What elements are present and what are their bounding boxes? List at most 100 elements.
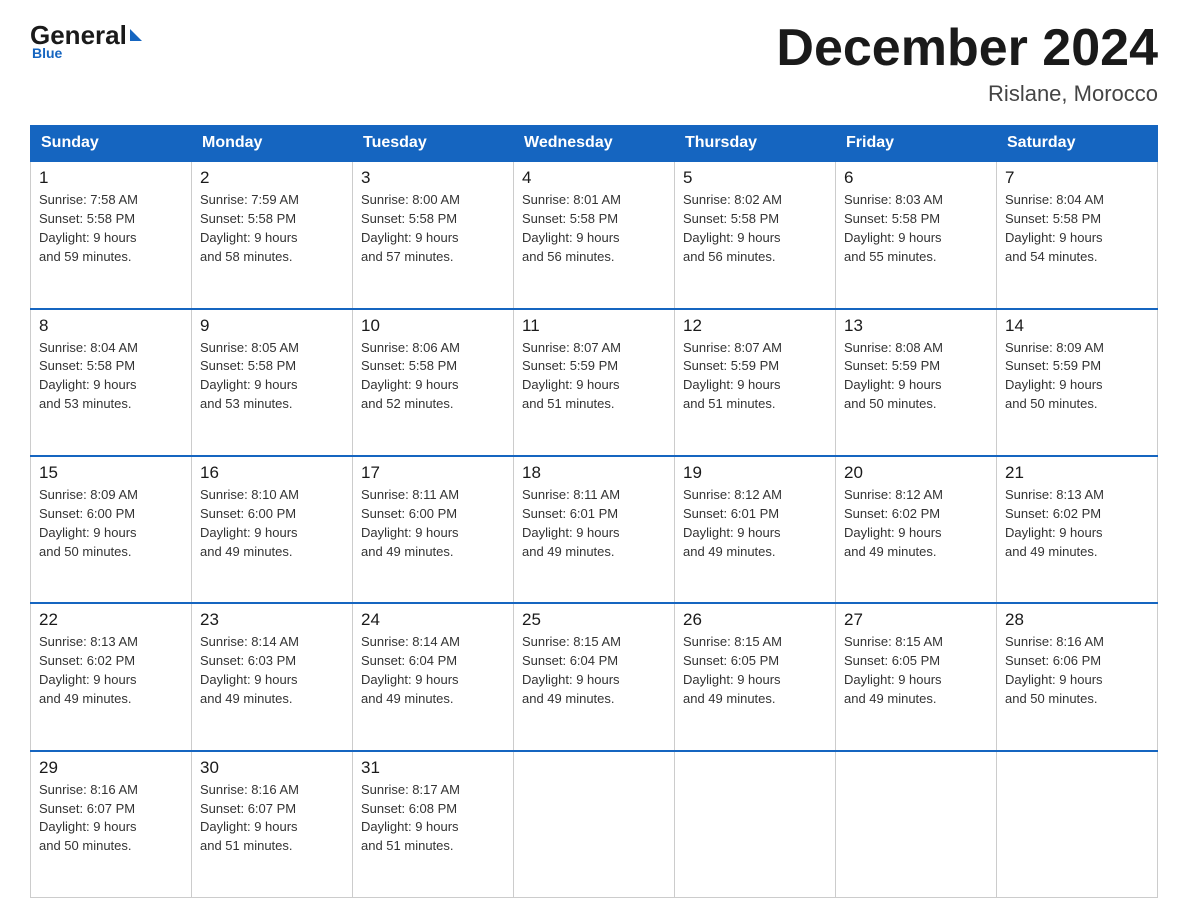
day-number: 13 (844, 316, 988, 336)
calendar-cell: 10 Sunrise: 8:06 AMSunset: 5:58 PMDayligh… (353, 309, 514, 456)
day-number: 8 (39, 316, 183, 336)
day-info: Sunrise: 8:01 AMSunset: 5:58 PMDaylight:… (522, 191, 666, 266)
day-info: Sunrise: 8:09 AMSunset: 6:00 PMDaylight:… (39, 486, 183, 561)
day-number: 24 (361, 610, 505, 630)
day-number: 19 (683, 463, 827, 483)
calendar-header-monday: Monday (192, 126, 353, 162)
day-number: 25 (522, 610, 666, 630)
day-info: Sunrise: 8:11 AMSunset: 6:00 PMDaylight:… (361, 486, 505, 561)
calendar-cell: 14Sunrise: 8:09 AMSunset: 5:59 PMDayligh… (997, 309, 1158, 456)
calendar-cell: 6 Sunrise: 8:03 AMSunset: 5:58 PMDaylight… (836, 161, 997, 308)
day-info: Sunrise: 8:05 AMSunset: 5:58 PMDaylight:… (200, 339, 344, 414)
day-number: 23 (200, 610, 344, 630)
day-number: 2 (200, 168, 344, 188)
day-info: Sunrise: 8:07 AMSunset: 5:59 PMDaylight:… (683, 339, 827, 414)
day-number: 21 (1005, 463, 1149, 483)
calendar-cell: 31 Sunrise: 8:17 AMSunset: 6:08 PMDayligh… (353, 751, 514, 898)
day-number: 28 (1005, 610, 1149, 630)
calendar-cell (514, 751, 675, 898)
day-info: Sunrise: 8:16 AMSunset: 6:07 PMDaylight:… (39, 781, 183, 856)
calendar-table: SundayMondayTuesdayWednesdayThursdayFrid… (30, 125, 1158, 898)
day-info: Sunrise: 8:00 AMSunset: 5:58 PMDaylight:… (361, 191, 505, 266)
calendar-cell: 16Sunrise: 8:10 AMSunset: 6:00 PMDayligh… (192, 456, 353, 603)
day-info: Sunrise: 8:15 AMSunset: 6:04 PMDaylight:… (522, 633, 666, 708)
day-number: 5 (683, 168, 827, 188)
day-number: 17 (361, 463, 505, 483)
day-number: 29 (39, 758, 183, 778)
day-info: Sunrise: 8:04 AMSunset: 5:58 PMDaylight:… (1005, 191, 1149, 266)
calendar-cell: 25 Sunrise: 8:15 AMSunset: 6:04 PMDayligh… (514, 603, 675, 750)
day-number: 30 (200, 758, 344, 778)
calendar-cell: 12 Sunrise: 8:07 AMSunset: 5:59 PMDayligh… (675, 309, 836, 456)
day-info: Sunrise: 8:11 AMSunset: 6:01 PMDaylight:… (522, 486, 666, 561)
calendar-header-saturday: Saturday (997, 126, 1158, 162)
calendar-cell: 29 Sunrise: 8:16 AMSunset: 6:07 PMDayligh… (31, 751, 192, 898)
calendar-header-row: SundayMondayTuesdayWednesdayThursdayFrid… (31, 126, 1158, 162)
day-info: Sunrise: 8:14 AMSunset: 6:03 PMDaylight:… (200, 633, 344, 708)
calendar-cell: 26 Sunrise: 8:15 AMSunset: 6:05 PMDayligh… (675, 603, 836, 750)
calendar-cell: 5Sunrise: 8:02 AMSunset: 5:58 PMDaylight… (675, 161, 836, 308)
subtitle: Rislane, Morocco (776, 81, 1158, 107)
main-title: December 2024 (776, 20, 1158, 77)
day-info: Sunrise: 8:17 AMSunset: 6:08 PMDaylight:… (361, 781, 505, 856)
day-number: 10 (361, 316, 505, 336)
day-number: 16 (200, 463, 344, 483)
calendar-header-tuesday: Tuesday (353, 126, 514, 162)
calendar-cell: 3 Sunrise: 8:00 AMSunset: 5:58 PMDaylight… (353, 161, 514, 308)
calendar-cell: 18 Sunrise: 8:11 AMSunset: 6:01 PMDayligh… (514, 456, 675, 603)
day-info: Sunrise: 8:15 AMSunset: 6:05 PMDaylight:… (683, 633, 827, 708)
calendar-body: 1Sunrise: 7:58 AMSunset: 5:58 PMDaylight… (31, 161, 1158, 897)
calendar-week-4: 22 Sunrise: 8:13 AMSunset: 6:02 PMDayligh… (31, 603, 1158, 750)
calendar-cell: 7 Sunrise: 8:04 AMSunset: 5:58 PMDaylight… (997, 161, 1158, 308)
calendar-cell: 9 Sunrise: 8:05 AMSunset: 5:58 PMDaylight… (192, 309, 353, 456)
calendar-cell: 20 Sunrise: 8:12 AMSunset: 6:02 PMDayligh… (836, 456, 997, 603)
day-info: Sunrise: 8:12 AMSunset: 6:01 PMDaylight:… (683, 486, 827, 561)
day-number: 18 (522, 463, 666, 483)
day-info: Sunrise: 8:14 AMSunset: 6:04 PMDaylight:… (361, 633, 505, 708)
day-number: 7 (1005, 168, 1149, 188)
day-number: 3 (361, 168, 505, 188)
day-number: 31 (361, 758, 505, 778)
day-number: 26 (683, 610, 827, 630)
day-number: 20 (844, 463, 988, 483)
calendar-cell: 27Sunrise: 8:15 AMSunset: 6:05 PMDayligh… (836, 603, 997, 750)
day-number: 9 (200, 316, 344, 336)
calendar-header-thursday: Thursday (675, 126, 836, 162)
calendar-header-sunday: Sunday (31, 126, 192, 162)
day-info: Sunrise: 8:09 AMSunset: 5:59 PMDaylight:… (1005, 339, 1149, 414)
title-area: December 2024 Rislane, Morocco (776, 20, 1158, 107)
calendar-week-2: 8Sunrise: 8:04 AMSunset: 5:58 PMDaylight… (31, 309, 1158, 456)
logo-blue-text: Blue (32, 45, 62, 61)
day-info: Sunrise: 7:58 AMSunset: 5:58 PMDaylight:… (39, 191, 183, 266)
day-number: 27 (844, 610, 988, 630)
calendar-cell: 2 Sunrise: 7:59 AMSunset: 5:58 PMDaylight… (192, 161, 353, 308)
day-number: 12 (683, 316, 827, 336)
day-info: Sunrise: 8:06 AMSunset: 5:58 PMDaylight:… (361, 339, 505, 414)
logo-area: General Blue (30, 20, 142, 61)
day-info: Sunrise: 8:13 AMSunset: 6:02 PMDaylight:… (1005, 486, 1149, 561)
day-number: 4 (522, 168, 666, 188)
calendar-cell: 17 Sunrise: 8:11 AMSunset: 6:00 PMDayligh… (353, 456, 514, 603)
day-number: 6 (844, 168, 988, 188)
calendar-cell (997, 751, 1158, 898)
calendar-week-3: 15Sunrise: 8:09 AMSunset: 6:00 PMDayligh… (31, 456, 1158, 603)
calendar-cell: 30Sunrise: 8:16 AMSunset: 6:07 PMDayligh… (192, 751, 353, 898)
calendar-cell: 11 Sunrise: 8:07 AMSunset: 5:59 PMDayligh… (514, 309, 675, 456)
day-info: Sunrise: 8:12 AMSunset: 6:02 PMDaylight:… (844, 486, 988, 561)
header: General Blue December 2024 Rislane, Moro… (30, 20, 1158, 107)
day-number: 11 (522, 316, 666, 336)
calendar-header-friday: Friday (836, 126, 997, 162)
calendar-cell (836, 751, 997, 898)
calendar-cell: 8Sunrise: 8:04 AMSunset: 5:58 PMDaylight… (31, 309, 192, 456)
calendar-cell: 15Sunrise: 8:09 AMSunset: 6:00 PMDayligh… (31, 456, 192, 603)
calendar-cell: 13Sunrise: 8:08 AMSunset: 5:59 PMDayligh… (836, 309, 997, 456)
day-number: 22 (39, 610, 183, 630)
calendar-cell: 21 Sunrise: 8:13 AMSunset: 6:02 PMDayligh… (997, 456, 1158, 603)
day-info: Sunrise: 7:59 AMSunset: 5:58 PMDaylight:… (200, 191, 344, 266)
day-info: Sunrise: 8:13 AMSunset: 6:02 PMDaylight:… (39, 633, 183, 708)
day-info: Sunrise: 8:03 AMSunset: 5:58 PMDaylight:… (844, 191, 988, 266)
calendar-cell: 24 Sunrise: 8:14 AMSunset: 6:04 PMDayligh… (353, 603, 514, 750)
day-info: Sunrise: 8:07 AMSunset: 5:59 PMDaylight:… (522, 339, 666, 414)
calendar-week-5: 29 Sunrise: 8:16 AMSunset: 6:07 PMDayligh… (31, 751, 1158, 898)
calendar-cell: 19 Sunrise: 8:12 AMSunset: 6:01 PMDayligh… (675, 456, 836, 603)
